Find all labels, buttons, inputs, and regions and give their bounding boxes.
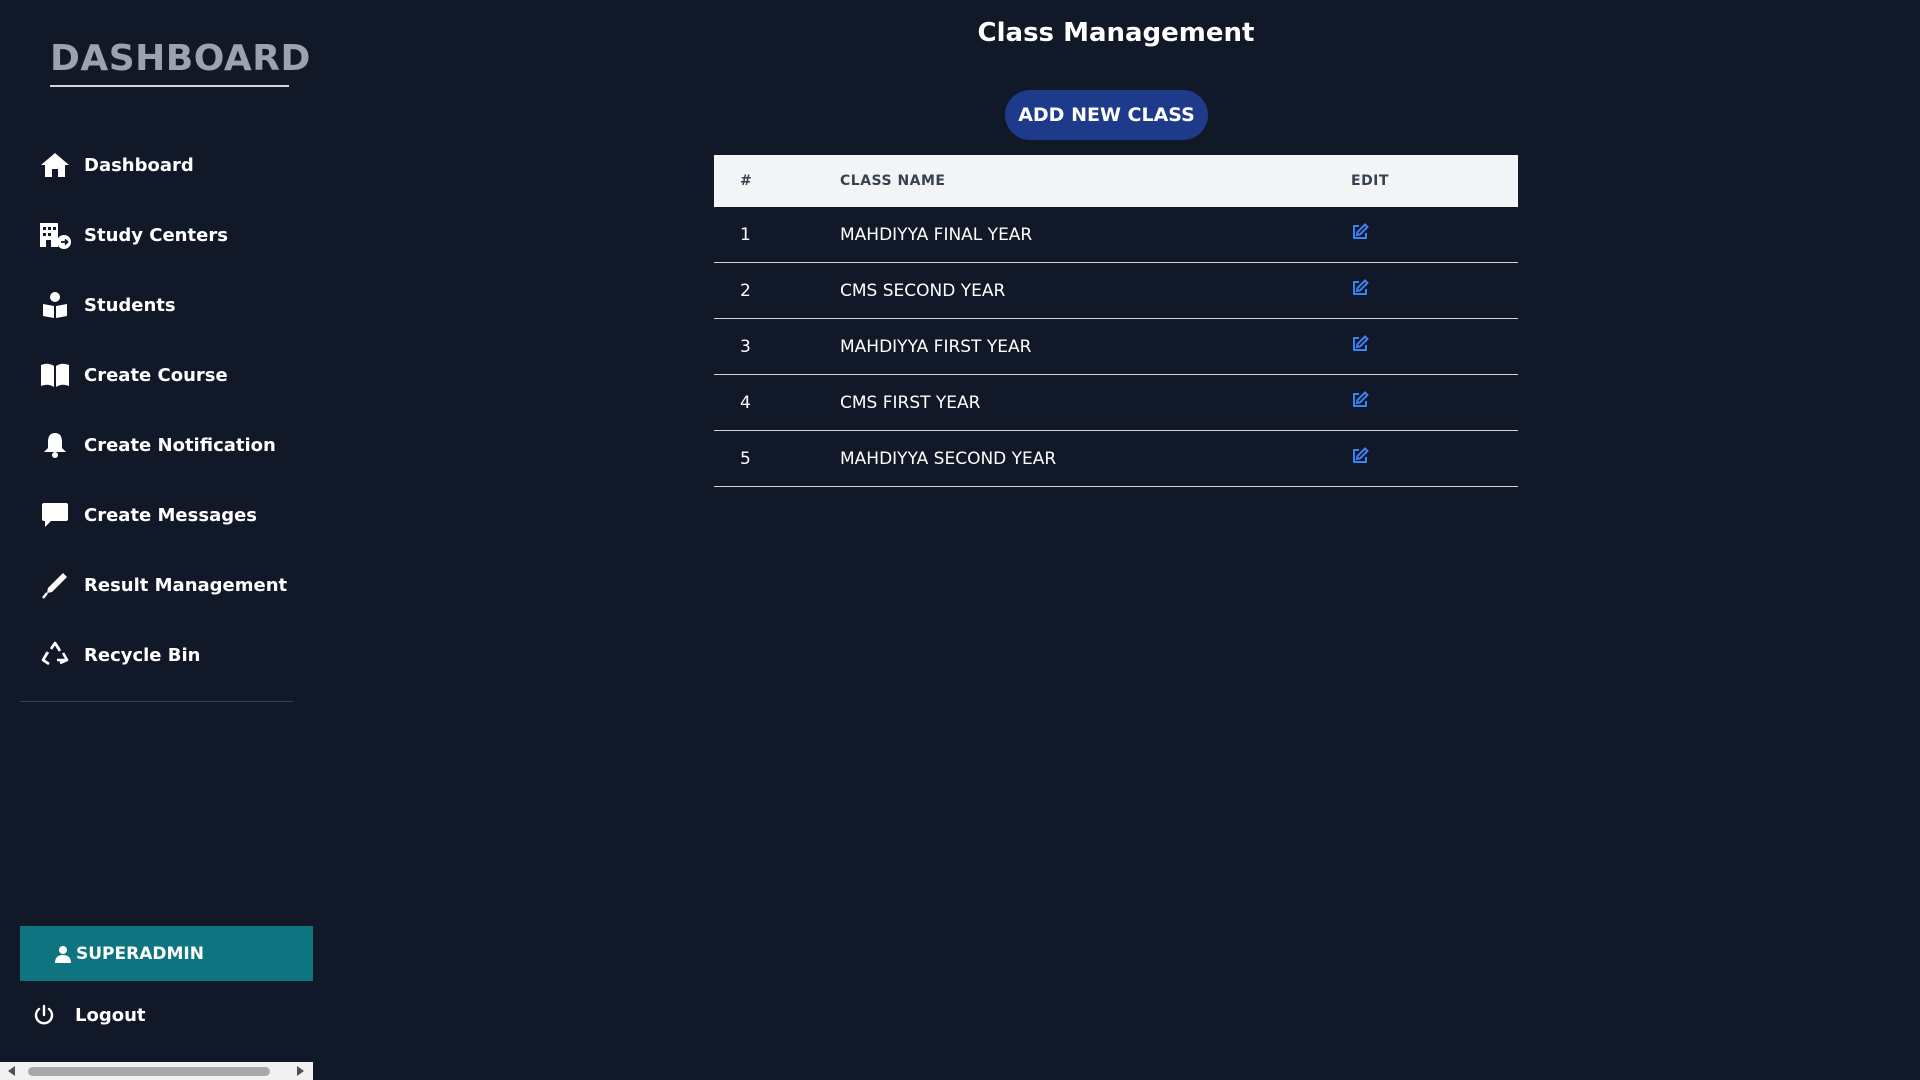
edit-icon[interactable] <box>1351 279 1369 297</box>
bell-icon <box>38 430 72 460</box>
table-row: 2 CMS SECOND YEAR <box>714 263 1518 319</box>
sidebar-item-create-notification[interactable]: Create Notification <box>38 425 298 465</box>
sidebar-item-label: Create Messages <box>84 504 258 526</box>
row-number: 4 <box>740 392 751 413</box>
sidebar-item-label: Result Management <box>84 574 288 596</box>
table-row: 1 MAHDIYYA FINAL YEAR <box>714 207 1518 263</box>
sidebar-item-label: Create Course <box>84 364 228 386</box>
sidebar-item-create-course[interactable]: Create Course <box>38 355 298 395</box>
sidebar-item-study-centers[interactable]: Study Centers <box>38 215 298 255</box>
sidebar-item-label: Students <box>84 294 176 316</box>
scrollbar-thumb[interactable] <box>28 1067 270 1076</box>
sidebar-item-create-messages[interactable]: Create Messages <box>38 495 298 535</box>
user-account-button[interactable]: SUPERADMIN <box>20 926 313 981</box>
row-class-name: MAHDIYYA FINAL YEAR <box>840 224 1033 245</box>
sidebar: DASHBOARD Dashboard Study Centers Studen… <box>0 0 313 1080</box>
row-class-name: MAHDIYYA FIRST YEAR <box>840 336 1032 357</box>
student-icon <box>38 290 72 320</box>
user-role-label: SUPERADMIN <box>76 943 204 964</box>
sidebar-item-result-management[interactable]: Result Management <box>38 565 298 605</box>
sidebar-item-label: Create Notification <box>84 434 276 456</box>
power-icon <box>33 1003 57 1027</box>
logout-label: Logout <box>75 1004 146 1026</box>
pen-icon <box>38 570 72 600</box>
scroll-left-icon[interactable] <box>8 1066 15 1076</box>
recycle-icon <box>38 640 72 670</box>
page-title: Class Management <box>977 18 1255 48</box>
header-class-name: CLASS NAME <box>840 173 946 189</box>
sidebar-divider <box>20 701 293 702</box>
sidebar-item-label: Recycle Bin <box>84 644 201 666</box>
edit-icon[interactable] <box>1351 335 1369 353</box>
user-icon <box>54 945 72 963</box>
sidebar-item-dashboard[interactable]: Dashboard <box>38 145 298 185</box>
row-class-name: CMS FIRST YEAR <box>840 392 981 413</box>
building-icon <box>38 220 72 250</box>
scroll-right-icon[interactable] <box>297 1066 304 1076</box>
row-number: 5 <box>740 448 751 469</box>
header-edit: EDIT <box>1351 173 1389 189</box>
book-icon <box>38 360 72 390</box>
row-class-name: MAHDIYYA SECOND YEAR <box>840 448 1057 469</box>
table-row: 4 CMS FIRST YEAR <box>714 375 1518 431</box>
horizontal-scrollbar[interactable] <box>0 1062 313 1080</box>
edit-icon[interactable] <box>1351 391 1369 409</box>
table-row: 5 MAHDIYYA SECOND YEAR <box>714 431 1518 487</box>
message-icon <box>38 500 72 530</box>
row-class-name: CMS SECOND YEAR <box>840 280 1006 301</box>
sidebar-item-students[interactable]: Students <box>38 285 298 325</box>
sidebar-item-label: Dashboard <box>84 154 194 176</box>
header-number: # <box>740 173 753 189</box>
edit-icon[interactable] <box>1351 223 1369 241</box>
row-number: 3 <box>740 336 751 357</box>
home-icon <box>38 150 72 180</box>
table-header: # CLASS NAME EDIT <box>714 155 1518 207</box>
row-number: 1 <box>740 224 751 245</box>
logout-button[interactable]: Logout <box>33 1003 146 1027</box>
row-number: 2 <box>740 280 751 301</box>
add-new-class-button[interactable]: ADD NEW CLASS <box>1005 90 1208 140</box>
edit-icon[interactable] <box>1351 447 1369 465</box>
sidebar-item-recycle-bin[interactable]: Recycle Bin <box>38 635 298 675</box>
table-row: 3 MAHDIYYA FIRST YEAR <box>714 319 1518 375</box>
sidebar-brand: DASHBOARD <box>50 38 310 87</box>
class-table: # CLASS NAME EDIT 1 MAHDIYYA FINAL YEAR … <box>714 155 1518 487</box>
sidebar-item-label: Study Centers <box>84 224 228 246</box>
